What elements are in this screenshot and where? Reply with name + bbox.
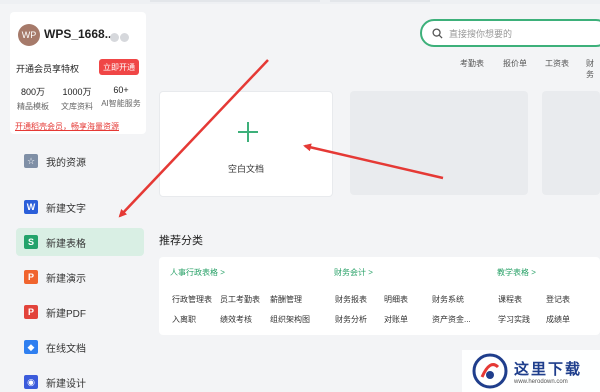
watermark-logo-icon [472, 353, 508, 389]
annotation-arrows [118, 59, 444, 218]
watermark-title: 这里下载 [514, 359, 583, 378]
arrow-to-new-spreadsheet [118, 59, 269, 218]
arrow-to-blank-document [303, 143, 444, 180]
site-watermark: 这里下载 www.herodown.com [462, 350, 600, 392]
watermark-url: www.herodown.com [514, 378, 568, 385]
